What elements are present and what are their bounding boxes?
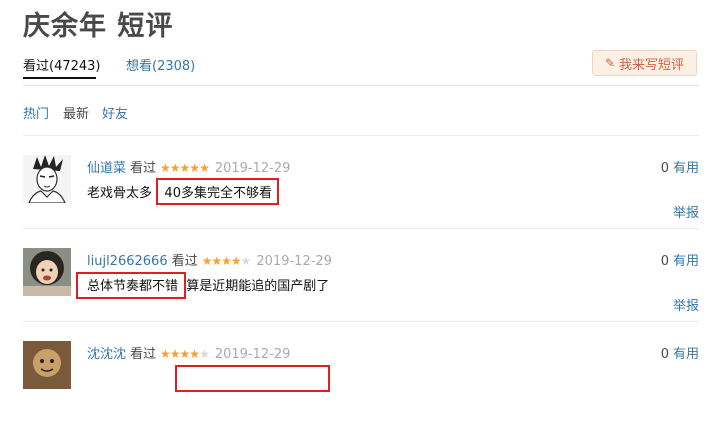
- comment-item: 沈沈沈 看过 ★★★★★ 2019-12-29 0 有用: [23, 341, 699, 431]
- avatar[interactable]: [23, 248, 71, 296]
- sort-latest[interactable]: 最新: [63, 103, 89, 122]
- avatar-sketch-image: [23, 155, 71, 203]
- comment-item: liujl2662666 看过 ★★★★★ 2019-12-29 0 有用 总体节奏都不…: [23, 248, 699, 338]
- active-tab-underline: [23, 77, 96, 79]
- comment-meta: liujl2662666 看过 ★★★★★ 2019-12-29: [87, 250, 332, 269]
- tab-want-to-watch[interactable]: 想看(2308): [126, 55, 195, 74]
- vote-count: 0: [660, 254, 669, 269]
- highlight-box: [175, 365, 330, 392]
- comment-date: 2019-12-29: [256, 254, 332, 269]
- vote-area: 0 有用: [661, 157, 699, 176]
- divider: [23, 85, 699, 86]
- rating-stars-5: ★★★★★: [160, 161, 210, 175]
- rating-stars-4: ★★★★★: [160, 347, 210, 361]
- watch-status: 看过: [171, 254, 198, 269]
- page-title: 庆余年 短评: [23, 11, 174, 42]
- tab-watched[interactable]: 看过(47243): [23, 55, 101, 74]
- avatar[interactable]: [23, 341, 71, 389]
- useful-button[interactable]: 有用: [673, 254, 699, 269]
- vote-count: 0: [660, 347, 669, 362]
- sort-friends[interactable]: 好友: [102, 103, 128, 122]
- divider: [23, 135, 699, 136]
- sort-hot[interactable]: 热门: [23, 103, 49, 122]
- vote-count: 0: [660, 161, 669, 176]
- report-link[interactable]: 举报: [673, 202, 699, 221]
- comment-item: 仙道菜 看过 ★★★★★ 2019-12-29 0 有用 老戏骨太多 40多集完全不够看…: [23, 155, 699, 245]
- username-link[interactable]: 仙道菜: [87, 161, 126, 176]
- divider: [23, 228, 699, 229]
- useful-button[interactable]: 有用: [673, 161, 699, 176]
- comment-text-part: 老戏骨太多: [87, 186, 153, 201]
- vote-area: 0 有用: [661, 250, 699, 269]
- comment-text-part: 算是近期能追的国产剧了: [186, 279, 330, 294]
- rating-stars-4: ★★★★★: [201, 254, 252, 268]
- useful-button[interactable]: 有用: [673, 347, 699, 362]
- write-review-label: 我来写短评: [619, 57, 685, 73]
- vote-area: 0 有用: [661, 343, 699, 362]
- pencil-icon: ✎: [604, 56, 616, 70]
- comment-meta: 仙道菜 看过 ★★★★★ 2019-12-29: [87, 157, 290, 176]
- comment-date: 2019-12-29: [214, 347, 291, 362]
- comment-date: 2019-12-29: [214, 161, 291, 176]
- avatar-photo-image: [23, 248, 71, 296]
- write-review-button[interactable]: ✎ 我来写短评: [592, 50, 697, 76]
- username-link[interactable]: liujl2662666: [87, 254, 168, 269]
- highlight-box: [156, 178, 279, 205]
- divider: [23, 321, 699, 322]
- comment-meta: 沈沈沈 看过 ★★★★★ 2019-12-29: [87, 343, 290, 362]
- report-link[interactable]: 举报: [673, 295, 699, 314]
- watch-status: 看过: [130, 161, 157, 176]
- watch-status: 看过: [130, 347, 157, 362]
- avatar[interactable]: [23, 155, 71, 203]
- username-link[interactable]: 沈沈沈: [87, 347, 126, 362]
- avatar-illustration-image: [23, 341, 71, 389]
- highlight-box: [76, 272, 186, 299]
